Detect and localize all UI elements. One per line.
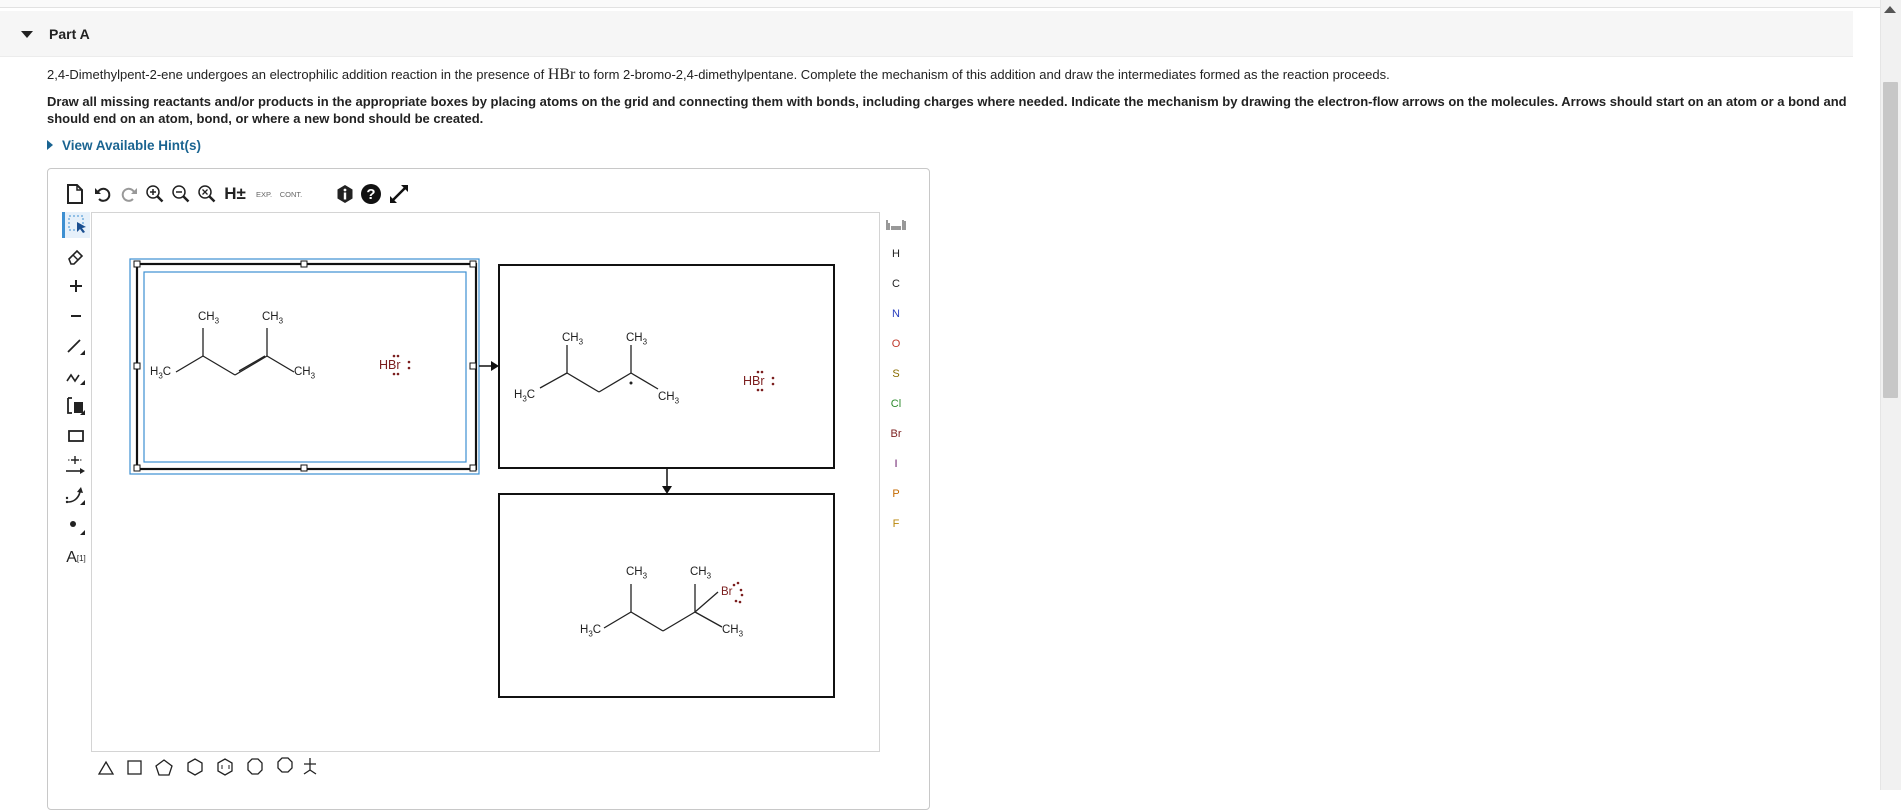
box2-ch3-a: CH3 — [562, 332, 584, 347]
canvas-graphics — [97, 258, 835, 776]
handle-bottom-left[interactable] — [133, 464, 141, 472]
handle-bottom-mid[interactable] — [300, 464, 308, 472]
box1-h3c: H3C — [150, 366, 172, 381]
box1-hbr: HBr — [379, 358, 401, 372]
handle-mid-right[interactable] — [469, 362, 477, 370]
box2-border[interactable] — [498, 264, 835, 469]
cyclohexane-template[interactable] — [187, 758, 203, 776]
box1-ch3-a: CH3 — [198, 311, 220, 326]
molecule-3-bonds — [603, 584, 723, 632]
box1-ch3-b: CH3 — [262, 311, 284, 326]
carbocation-dot — [629, 381, 633, 385]
handle-top-mid[interactable] — [300, 260, 308, 268]
box3-br: Br — [721, 586, 733, 598]
box3-border[interactable] — [498, 493, 835, 698]
ring-templates — [97, 757, 317, 776]
box3-h3c: H3C — [580, 624, 602, 639]
cycloheptane-template[interactable] — [247, 758, 263, 775]
box2-hbr: HBr — [743, 374, 765, 388]
molecule-2-bonds — [539, 345, 659, 393]
handle-top-right[interactable] — [469, 260, 477, 268]
box2-ch3-b: CH3 — [626, 332, 648, 347]
box2-ch3-c: CH3 — [658, 391, 680, 406]
handle-mid-left[interactable] — [133, 362, 141, 370]
cyclopentane-template[interactable] — [155, 759, 173, 776]
cyclopropane-template[interactable] — [97, 760, 115, 775]
handle-bottom-right[interactable] — [469, 464, 477, 472]
molecule-1-bonds — [175, 328, 295, 376]
box3-ch3-b: CH3 — [690, 566, 712, 581]
benzene-template[interactable] — [217, 758, 233, 776]
box3-ch3-a: CH3 — [626, 566, 648, 581]
box3-ch3-c: CH3 — [722, 624, 744, 639]
cyclobutane-template[interactable] — [127, 760, 142, 775]
cyclooctane-template[interactable] — [277, 757, 293, 773]
box1-ch3-c: CH3 — [294, 366, 316, 381]
chair-template[interactable] — [303, 758, 317, 775]
box2-h3c: H3C — [514, 389, 536, 404]
handle-top-left[interactable] — [133, 260, 141, 268]
